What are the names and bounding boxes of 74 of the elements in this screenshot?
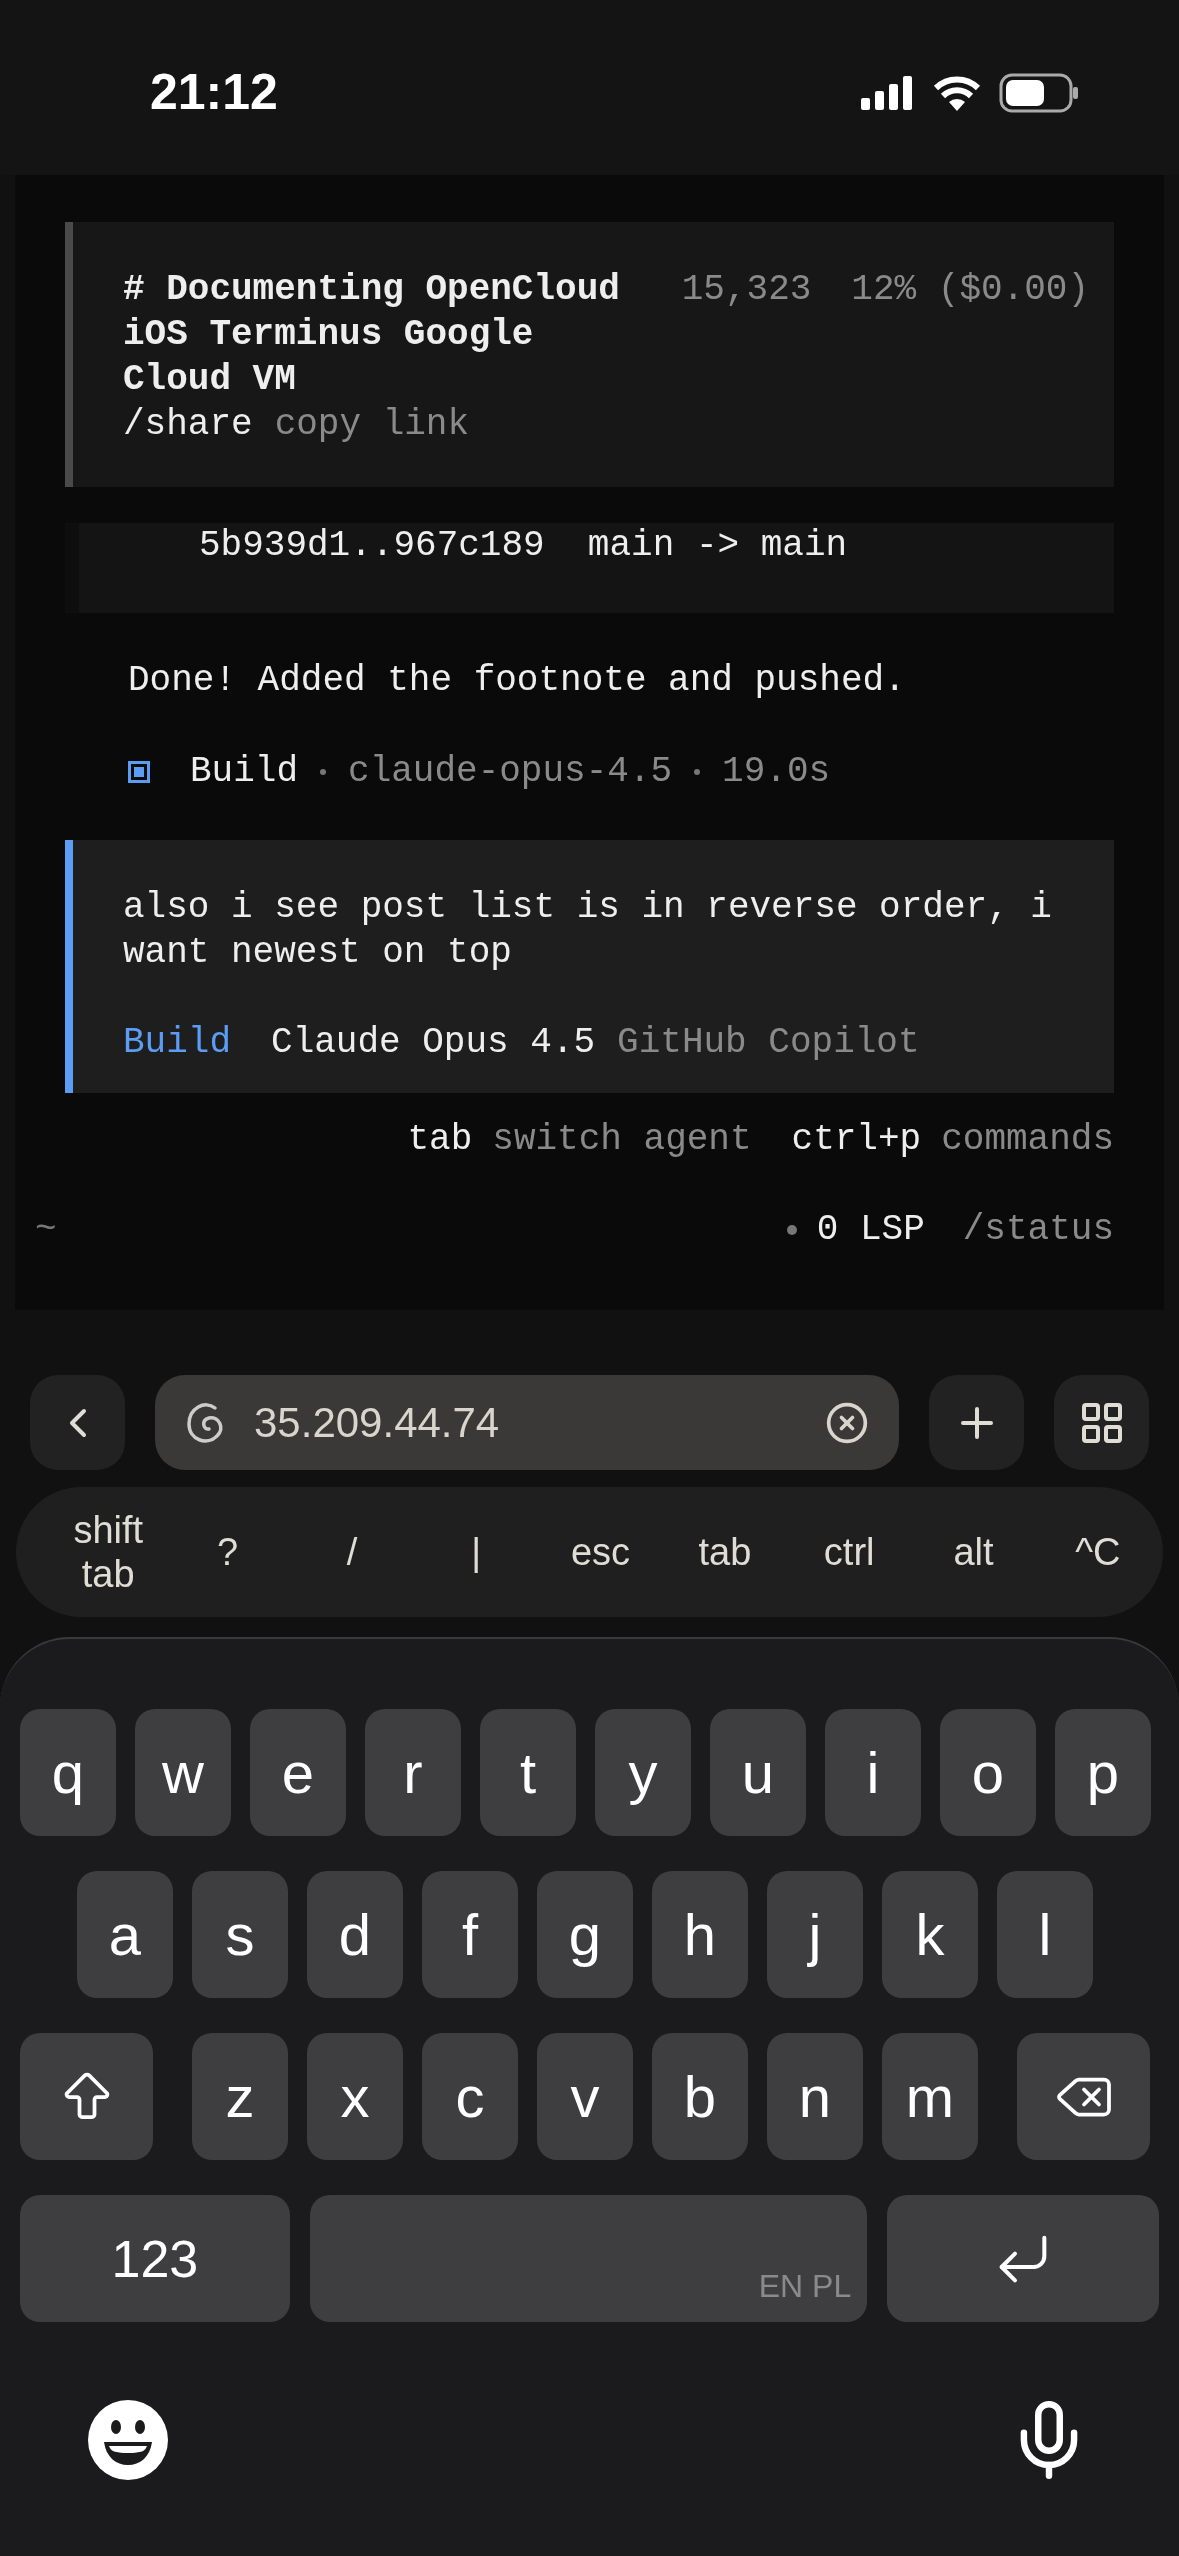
keyboard-key[interactable]: d bbox=[307, 1871, 403, 1998]
shortcut-key[interactable]: | bbox=[417, 1523, 536, 1581]
clear-icon bbox=[825, 1400, 869, 1445]
url-text: 35.209.44.74 bbox=[254, 1398, 501, 1448]
lsp-count: 0 LSP bbox=[816, 1208, 925, 1252]
signal-icon bbox=[861, 75, 915, 110]
shortcut-key[interactable]: alt bbox=[914, 1523, 1033, 1581]
language-label: EN PL bbox=[758, 2267, 852, 2306]
keyboard-key[interactable]: l bbox=[997, 1871, 1093, 1998]
square-icon bbox=[128, 760, 150, 783]
model-label: Claude Opus 4.5 bbox=[271, 1021, 596, 1065]
keyboard-key[interactable]: c bbox=[422, 2033, 518, 2160]
battery-icon bbox=[999, 72, 1079, 113]
keyboard-key[interactable]: a bbox=[77, 1871, 173, 1998]
command-hint: copy link bbox=[274, 403, 470, 447]
keyboard-key[interactable]: e bbox=[250, 1709, 346, 1836]
dot-separator-icon bbox=[694, 768, 701, 775]
keyboard-key[interactable]: k bbox=[882, 1871, 978, 1998]
backspace-key[interactable] bbox=[1017, 2033, 1150, 2160]
assistant-message: Done! Added the footnote and pushed. bbox=[128, 659, 907, 703]
hint-key: ctrl+p bbox=[791, 1117, 922, 1162]
keyboard-key[interactable]: z bbox=[192, 2033, 288, 2160]
keyboard-key[interactable]: y bbox=[595, 1709, 691, 1836]
tabs-button[interactable] bbox=[1054, 1375, 1149, 1470]
keyboard-key[interactable]: q bbox=[20, 1709, 116, 1836]
hint-label: switch agent bbox=[492, 1118, 752, 1162]
emoji-icon[interactable] bbox=[87, 2399, 169, 2481]
prompt-text: also i see post list is in reverse order, i want newest on top bbox=[123, 886, 1053, 975]
keyboard-key[interactable]: n bbox=[767, 2033, 863, 2160]
shortcut-key[interactable]: ^C bbox=[1038, 1523, 1157, 1581]
keyboard-key[interactable]: m bbox=[882, 2033, 978, 2160]
keyboard-key[interactable]: t bbox=[480, 1709, 576, 1836]
url-field[interactable]: 35.209.44.74 bbox=[155, 1375, 899, 1470]
keyboard-key[interactable]: i bbox=[825, 1709, 921, 1836]
back-button[interactable] bbox=[30, 1375, 125, 1470]
keyboard-key[interactable]: r bbox=[365, 1709, 461, 1836]
keyboard-key[interactable]: b bbox=[652, 2033, 748, 2160]
wifi-icon bbox=[933, 74, 981, 111]
shortcut-key[interactable]: ctrl bbox=[790, 1523, 909, 1581]
build-model: claude-opus-4.5 bbox=[348, 750, 673, 794]
working-directory: ~ bbox=[35, 1208, 57, 1252]
keyboard-key[interactable]: u bbox=[710, 1709, 806, 1836]
shortcut-key[interactable]: esc bbox=[541, 1523, 660, 1581]
share-command: /share bbox=[123, 403, 253, 447]
session-title: # Documenting OpenCloud iOS Terminus Google Cloud VM bbox=[123, 268, 621, 402]
dot-separator-icon bbox=[320, 768, 327, 775]
keyboard-key[interactable]: o bbox=[940, 1709, 1036, 1836]
status-time: 21:12 bbox=[150, 63, 278, 122]
shift-key[interactable] bbox=[20, 2033, 153, 2160]
hint-key: tab bbox=[407, 1117, 473, 1162]
shortcut-key[interactable]: tab bbox=[665, 1523, 784, 1581]
keyboard-key[interactable]: g bbox=[537, 1871, 633, 1998]
keyboard-key[interactable]: j bbox=[767, 1871, 863, 1998]
keyboard-key[interactable]: s bbox=[192, 1871, 288, 1998]
keyboard-key[interactable]: p bbox=[1055, 1709, 1151, 1836]
build-agent: Build bbox=[190, 750, 299, 794]
shortcut-key[interactable]: ? bbox=[168, 1523, 287, 1581]
keyboard-key[interactable]: w bbox=[135, 1709, 231, 1836]
new-tab-button[interactable] bbox=[929, 1375, 1024, 1470]
keyboard-key[interactable]: f bbox=[422, 1871, 518, 1998]
agent-label: Build bbox=[123, 1021, 232, 1065]
numbers-key[interactable]: 123 bbox=[20, 2195, 290, 2322]
status-command: /status bbox=[962, 1208, 1114, 1252]
hint-label: commands bbox=[941, 1118, 1114, 1162]
token-count: 15,323 bbox=[681, 268, 812, 312]
keyboard-key[interactable]: h bbox=[652, 1871, 748, 1998]
keyboard-key[interactable]: v bbox=[537, 2033, 633, 2160]
shortcut-key[interactable]: shift tab bbox=[54, 1508, 163, 1596]
keyboard-key[interactable]: x bbox=[307, 2033, 403, 2160]
provider-label: GitHub Copilot bbox=[617, 1021, 920, 1065]
git-output: 5b939d1..967c189 main -> main bbox=[199, 524, 848, 568]
shortcut-key[interactable]: / bbox=[292, 1523, 412, 1581]
build-duration: 19.0s bbox=[722, 750, 831, 794]
usage-cost: 12% ($0.00) bbox=[851, 268, 1089, 312]
